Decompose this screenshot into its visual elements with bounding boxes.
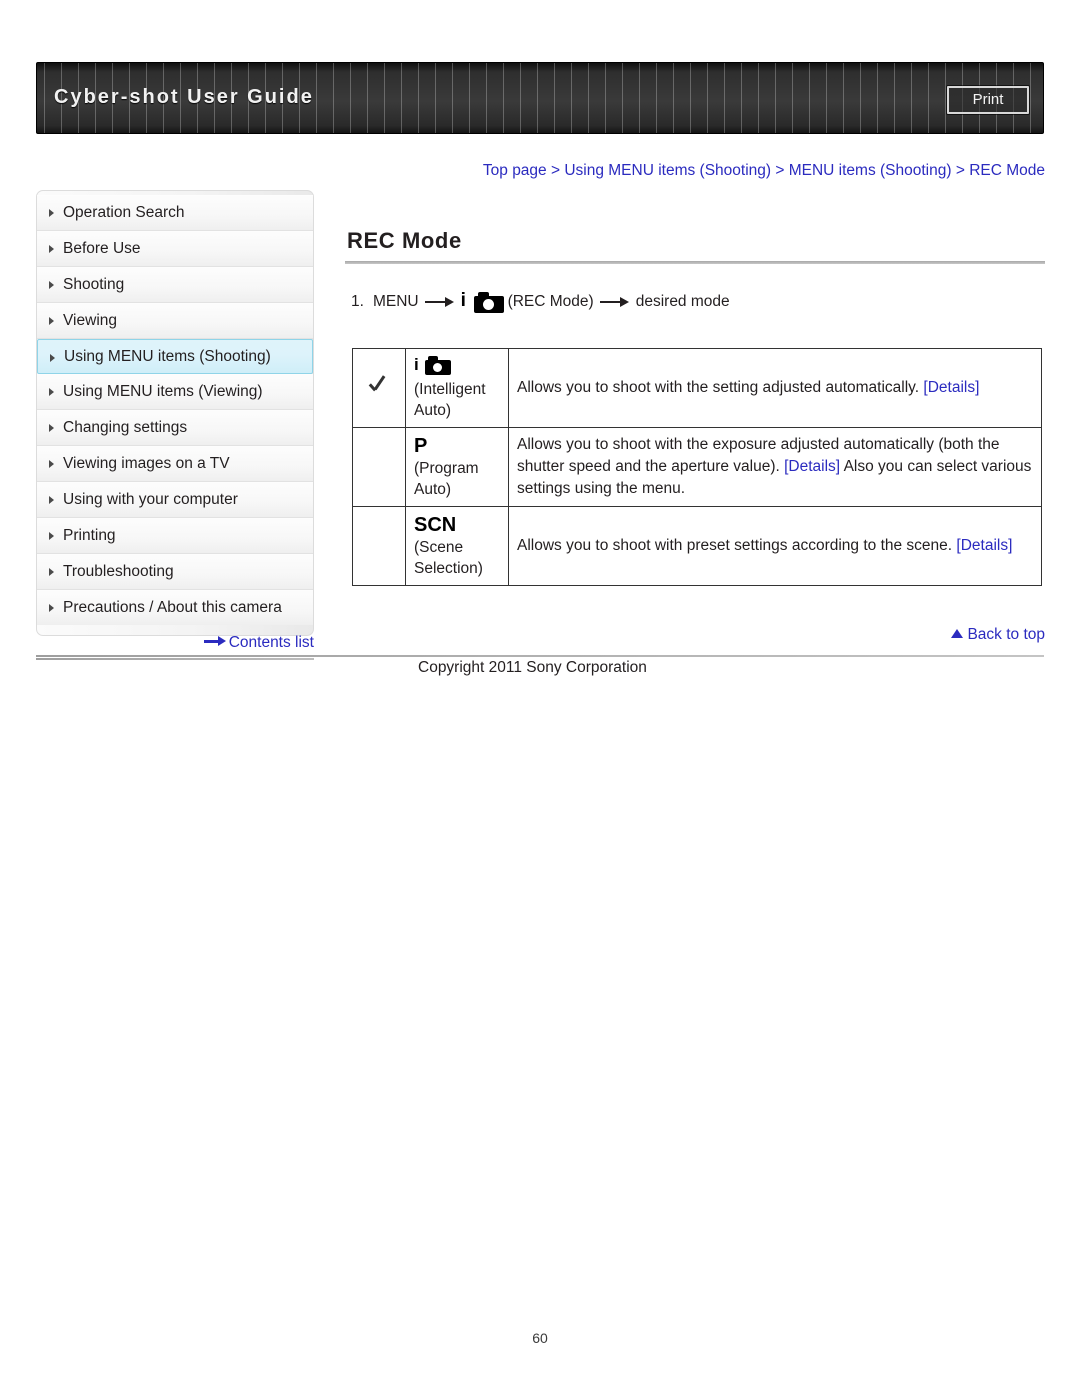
triangle-right-icon: [49, 388, 54, 396]
sidebar-item-using-with-your-computer[interactable]: Using with your computer: [37, 482, 313, 518]
triangle-right-icon: [49, 604, 54, 612]
print-button[interactable]: Print: [947, 86, 1029, 114]
back-to-top-label: Back to top: [967, 626, 1045, 643]
row-check-cell: [352, 506, 406, 586]
table-row: i (Intelligent Auto) Allows you to shoot…: [352, 348, 1042, 428]
mode-name-line1: (Scene: [414, 539, 464, 556]
sidebar-item-label: Operation Search: [63, 204, 185, 221]
sidebar-item-changing-settings[interactable]: Changing settings: [37, 410, 313, 446]
title-divider: [345, 261, 1045, 264]
triangle-right-icon: [49, 245, 54, 253]
step-instruction: 1. MENU i (REC Mode) desired mode: [351, 290, 730, 314]
sidebar-item-label: Precautions / About this camera: [63, 599, 282, 616]
mode-name-line2: Auto): [414, 402, 452, 419]
intelligent-auto-camera-icon: i: [461, 290, 505, 314]
description-text: Allows you to shoot with preset settings…: [517, 537, 957, 554]
sidebar-divider: [36, 658, 314, 660]
row-check-cell: [352, 427, 406, 507]
sidebar-item-viewing-images-on-a-tv[interactable]: Viewing images on a TV: [37, 446, 313, 482]
table-row: P (Program Auto) Allows you to shoot wit…: [352, 427, 1042, 507]
triangle-right-icon: [49, 568, 54, 576]
checkmark-icon: [369, 375, 389, 395]
triangle-up-icon: [951, 629, 964, 638]
sidebar-item-label: Viewing images on a TV: [63, 455, 230, 472]
details-link[interactable]: [Details]: [923, 379, 979, 396]
triangle-right-icon: [50, 354, 55, 362]
sidebar-item-viewing[interactable]: Viewing: [37, 303, 313, 339]
breadcrumb[interactable]: Top page > Using MENU items (Shooting) >…: [345, 162, 1045, 180]
sidebar-item-label: Before Use: [63, 240, 141, 257]
triangle-right-icon: [49, 460, 54, 468]
sidebar-item-printing[interactable]: Printing: [37, 518, 313, 554]
sidebar-item-label: Shooting: [63, 276, 125, 293]
row-check-cell: [352, 348, 406, 428]
sidebar-nav: Operation Search Before Use Shooting Vie…: [36, 190, 314, 636]
sidebar-item-label: Troubleshooting: [63, 563, 174, 580]
page-title: REC Mode: [347, 228, 462, 253]
sidebar-item-label: Changing settings: [63, 419, 188, 436]
sidebar-item-shooting[interactable]: Shooting: [37, 267, 313, 303]
row-mode-cell: i (Intelligent Auto): [405, 348, 509, 428]
back-to-top-link[interactable]: Back to top: [345, 626, 1045, 644]
row-description-cell: Allows you to shoot with the setting adj…: [508, 348, 1042, 428]
details-link[interactable]: [Details]: [956, 537, 1012, 554]
triangle-right-icon: [49, 209, 54, 217]
row-description-cell: Allows you to shoot with preset settings…: [508, 506, 1042, 586]
triangle-right-icon: [49, 496, 54, 504]
step-tail-label: desired mode: [635, 293, 730, 310]
arrow-right-icon: [599, 296, 630, 308]
step-menu-label: MENU: [372, 293, 419, 310]
arrow-right-icon: [424, 296, 455, 308]
footer-divider: [36, 655, 1044, 657]
sidebar-item-using-menu-items-shooting[interactable]: Using MENU items (Shooting): [37, 339, 313, 374]
table-row: SCN (Scene Selection) Allows you to shoo…: [352, 506, 1042, 586]
arrow-right-icon: [203, 636, 226, 646]
page-number: 60: [532, 1330, 548, 1346]
sidebar-item-label: Using MENU items (Viewing): [63, 383, 263, 400]
sidebar-item-operation-search[interactable]: Operation Search: [37, 195, 313, 231]
mode-name-line2: Auto): [414, 481, 452, 498]
triangle-right-icon: [49, 532, 54, 540]
rec-mode-table: i (Intelligent Auto) Allows you to shoot…: [352, 348, 1042, 586]
program-auto-glyph: P: [414, 435, 428, 457]
triangle-right-icon: [49, 317, 54, 325]
row-description-cell: Allows you to shoot with the exposure ad…: [508, 427, 1042, 507]
triangle-right-icon: [49, 281, 54, 289]
iA-camera-icon: i: [414, 355, 452, 376]
row-mode-cell: P (Program Auto): [405, 427, 509, 507]
description-text: Allows you to shoot with the setting adj…: [517, 379, 924, 396]
sidebar-item-precautions-about-this-camera[interactable]: Precautions / About this camera: [37, 590, 313, 625]
sidebar-item-troubleshooting[interactable]: Troubleshooting: [37, 554, 313, 590]
sidebar-item-label: Viewing: [63, 312, 118, 329]
contents-list-link[interactable]: Contents list: [36, 634, 314, 652]
mode-name-line2: Selection): [414, 560, 483, 577]
sidebar-item-label: Using with your computer: [63, 491, 238, 508]
triangle-right-icon: [49, 424, 54, 432]
contents-list-label: Contents list: [228, 634, 314, 651]
row-mode-cell: SCN (Scene Selection): [405, 506, 509, 586]
app-title: Cyber-shot User Guide: [54, 86, 314, 108]
sidebar-item-using-menu-items-viewing[interactable]: Using MENU items (Viewing): [37, 374, 313, 410]
sidebar-item-label: Using MENU items (Shooting): [64, 348, 271, 365]
step-number: 1.: [351, 293, 364, 310]
copyright-text: Copyright 2011 Sony Corporation: [418, 659, 647, 676]
mode-name-line1: (Intelligent: [414, 381, 486, 398]
sidebar-item-before-use[interactable]: Before Use: [37, 231, 313, 267]
app-header-banner: Cyber-shot User Guide Print: [36, 62, 1044, 134]
details-link[interactable]: [Details]: [784, 458, 840, 475]
sidebar-item-label: Printing: [63, 527, 116, 544]
step-mode-label: (REC Mode): [507, 293, 594, 310]
mode-name-line1: (Program: [414, 460, 479, 477]
scene-selection-glyph: SCN: [414, 514, 457, 536]
